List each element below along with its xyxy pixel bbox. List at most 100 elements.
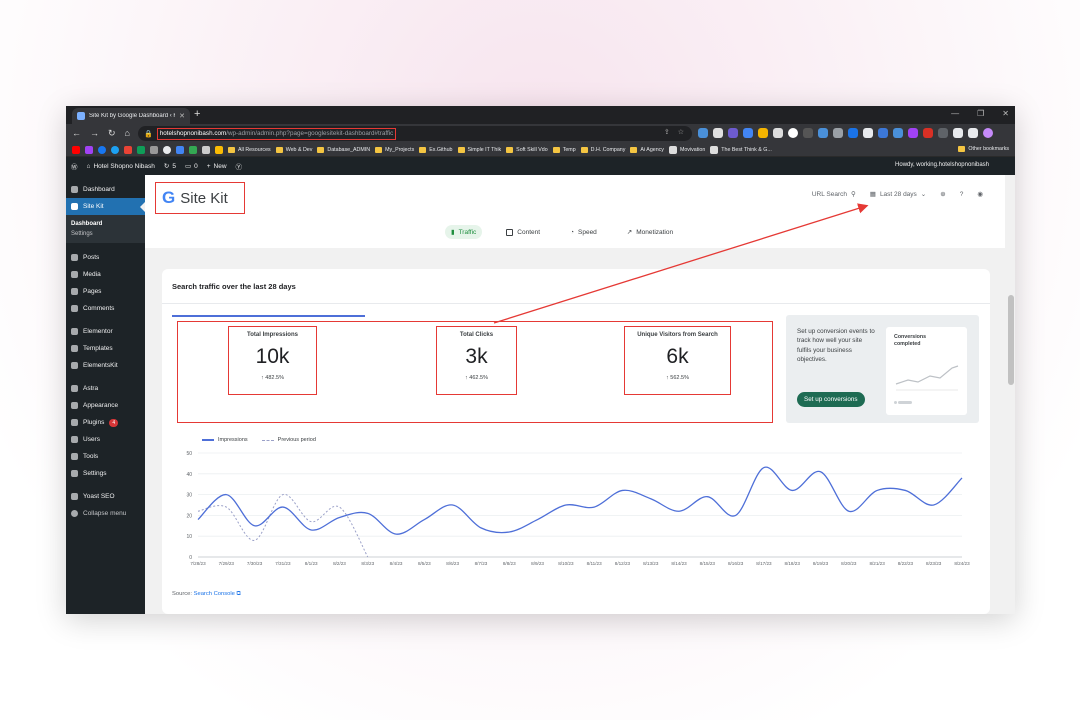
tab-speed[interactable]: ◔ Speed (564, 225, 603, 239)
bookmark-folder[interactable]: Database_ADMIN (317, 146, 370, 153)
bookmark-item[interactable]: Movivation (668, 145, 705, 154)
avatar[interactable] (983, 128, 993, 138)
bookmark-icon[interactable] (176, 145, 184, 154)
extension-icon[interactable] (758, 128, 768, 138)
bookmark-icon[interactable] (150, 145, 158, 154)
bookmark-folder[interactable]: Ai Agency (630, 146, 664, 153)
extension-icon[interactable] (923, 128, 933, 138)
sidebar-item-elementor[interactable]: Elementor (66, 323, 145, 340)
comments-link[interactable]: ▭ 0 (185, 162, 198, 171)
gmail-icon[interactable] (124, 145, 132, 154)
other-bookmarks[interactable]: Other bookmarks (958, 146, 1009, 152)
bookmark-folder[interactable]: D.H. Company (580, 146, 625, 153)
sidebar-item-plugins[interactable]: Plugins 4 (66, 414, 145, 431)
metric-unique-visitors[interactable]: Unique Visitors from Search 6k ↑ 562.5% (624, 326, 731, 395)
extension-icon[interactable] (908, 128, 918, 138)
tab-content[interactable]: Content (500, 225, 546, 239)
sidebar-item-posts[interactable]: Posts (66, 249, 145, 266)
puzzle-icon[interactable] (953, 128, 963, 138)
search-console-link[interactable]: Search Console (194, 591, 235, 597)
sidebar-item-users[interactable]: Users (66, 431, 145, 448)
account-icon[interactable]: ◉ (977, 190, 983, 198)
extension-icon[interactable] (833, 128, 843, 138)
bookmark-icon[interactable] (202, 145, 210, 154)
extension-icon[interactable] (788, 128, 798, 138)
setup-conversions-button[interactable]: Set up conversions (797, 392, 865, 407)
forward-icon[interactable]: → (90, 128, 99, 139)
minimize-icon[interactable]: — (951, 109, 959, 118)
extension-icon[interactable] (878, 128, 888, 138)
home-icon[interactable]: ⌂ (125, 128, 130, 139)
new-content-link[interactable]: + New (207, 163, 227, 170)
extension-icon[interactable] (848, 128, 858, 138)
sidebar-item-yoast-seo[interactable]: Yoast SEO (66, 488, 145, 505)
extension-icon[interactable] (893, 128, 903, 138)
sidebar-item-astra[interactable]: Astra (66, 380, 145, 397)
close-window-icon[interactable]: ✕ (1002, 109, 1009, 118)
bookmark-folder[interactable]: All Resources (228, 146, 271, 153)
youtube-icon[interactable] (72, 145, 80, 154)
sidebar-item-media[interactable]: Media (66, 266, 145, 283)
extension-icon[interactable] (818, 128, 828, 138)
wp-logo-icon[interactable]: Ⓦ (71, 161, 78, 171)
sidebar-item-pages[interactable]: Pages (66, 283, 145, 300)
sidebar-collapse-menu[interactable]: Collapse menu (66, 505, 145, 522)
add-user-icon[interactable]: ⊕ (940, 190, 945, 198)
metric-total-clicks[interactable]: Total Clicks 3k ↑ 462.5% (436, 326, 517, 395)
restore-icon[interactable]: ❐ (977, 109, 984, 118)
sidebar-item-tools[interactable]: Tools (66, 448, 145, 465)
sidebar-item-settings[interactable]: Settings (66, 465, 145, 482)
tab-traffic[interactable]: ▮ Traffic (445, 225, 483, 239)
bookmark-icon[interactable] (137, 145, 145, 154)
bookmark-icon[interactable] (189, 145, 197, 154)
site-name-link[interactable]: ⌂ Hotel Shopno Nibash (87, 163, 155, 170)
yoast-icon[interactable]: Ⓨ (236, 161, 243, 171)
extension-icon[interactable] (713, 128, 723, 138)
sidepanel-icon[interactable] (968, 128, 978, 138)
share-icon[interactable]: ⇪ (664, 128, 670, 136)
extension-icon[interactable] (698, 128, 708, 138)
reload-icon[interactable]: ↻ (108, 128, 116, 139)
star-icon[interactable]: ☆ (678, 128, 684, 136)
bookmark-folder[interactable]: Simple IT Thik (457, 146, 501, 153)
page-scrollbar[interactable] (1007, 175, 1015, 614)
submenu-settings[interactable]: Settings (66, 229, 145, 239)
facebook-icon[interactable] (98, 145, 106, 154)
extension-icon[interactable] (773, 128, 783, 138)
extension-icon[interactable] (743, 128, 753, 138)
extension-icon[interactable] (803, 128, 813, 138)
bookmark-item[interactable]: The Best Think & G... (710, 145, 772, 154)
bookmark-icon[interactable] (111, 145, 119, 154)
bookmark-folder[interactable]: Temp (552, 146, 576, 153)
bookmark-folder[interactable]: Soft Skill Vdo (506, 146, 548, 153)
bookmark-icon[interactable] (215, 145, 223, 154)
browser-tab[interactable]: Site Kit by Google Dashboard ‹ H... ✕ (72, 108, 190, 124)
scroll-thumb[interactable] (1008, 295, 1014, 385)
metric-total-impressions[interactable]: Total Impressions 10k ↑ 482.5% (228, 326, 317, 395)
sidebar-item-elementskit[interactable]: ElementsKit (66, 357, 145, 374)
omnibox[interactable]: 🔒 hotelshopnonibash.com/wp-admin/admin.p… (138, 126, 692, 141)
extension-icon[interactable] (863, 128, 873, 138)
sidebar-item-appearance[interactable]: Appearance (66, 397, 145, 414)
help-icon[interactable]: ? (960, 191, 964, 198)
tab-monetization[interactable]: ↗ Monetization (621, 225, 679, 239)
updates-link[interactable]: ↻ 5 (164, 162, 176, 171)
bookmark-folder[interactable]: Ex.Github (419, 146, 453, 153)
new-tab-icon[interactable]: + (194, 108, 200, 120)
extension-icon[interactable] (938, 128, 948, 138)
howdy-user[interactable]: Howdy, working.hotelshopnonibash (895, 162, 989, 168)
url-search-button[interactable]: URL Search ⚲ (812, 190, 856, 199)
sidebar-item-comments[interactable]: Comments (66, 300, 145, 317)
sidebar-item-site-kit[interactable]: Site Kit (66, 198, 145, 215)
sidebar-item-dashboard[interactable]: Dashboard (66, 181, 145, 198)
extension-icon[interactable] (728, 128, 738, 138)
date-range-selector[interactable]: ▦ Last 28 days ⌄ (870, 190, 926, 199)
sidebar-item-templates[interactable]: Templates (66, 340, 145, 357)
submenu-dashboard[interactable]: Dashboard (66, 219, 145, 229)
back-icon[interactable]: ← (72, 128, 81, 139)
github-icon[interactable] (163, 145, 171, 154)
close-tab-icon[interactable]: ✕ (179, 112, 185, 120)
bookmark-icon[interactable] (85, 145, 93, 154)
bookmark-folder[interactable]: My_Projects (375, 146, 414, 153)
bookmark-folder[interactable]: Web & Dev (275, 146, 312, 153)
